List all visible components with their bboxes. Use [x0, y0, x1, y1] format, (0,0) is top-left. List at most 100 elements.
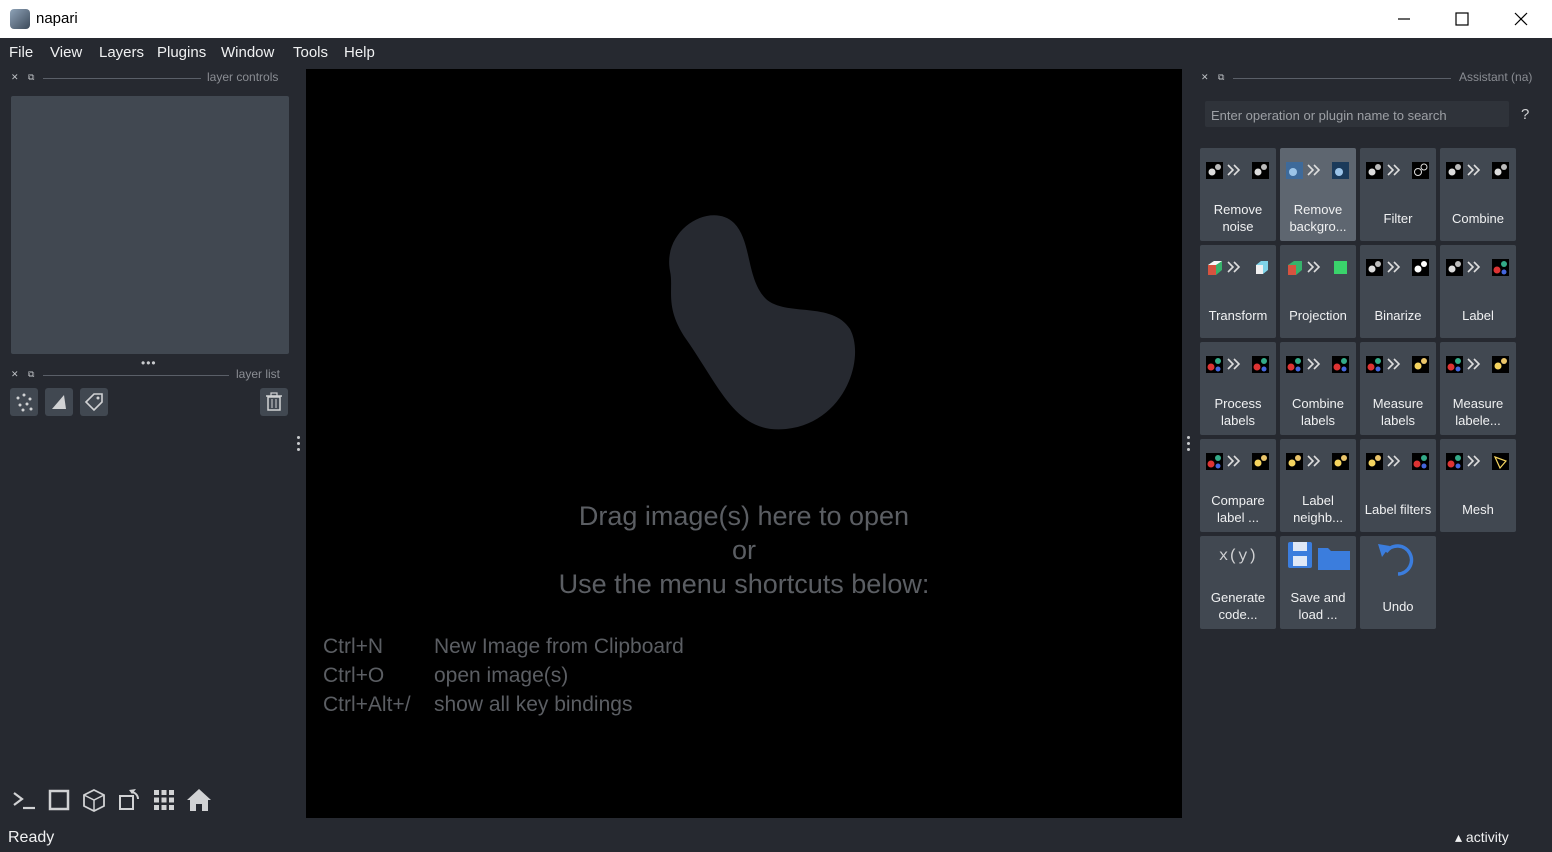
close-window-button[interactable]	[1492, 0, 1550, 38]
dock-close-icon[interactable]: ✕	[11, 72, 19, 83]
tile-mesh[interactable]: Mesh	[1440, 439, 1516, 532]
tile-label-line1: Compare	[1211, 493, 1265, 508]
tile-remove-noise[interactable]: Remove noise	[1200, 148, 1276, 241]
operation-search-input[interactable]	[1205, 101, 1513, 129]
rotate-square-icon	[119, 789, 139, 810]
tile-label-line1: Measure	[1452, 396, 1504, 411]
menu-view[interactable]: View	[50, 44, 82, 61]
dock-float-icon[interactable]: ⧉	[28, 72, 34, 83]
new-labels-layer-button[interactable]	[80, 388, 108, 416]
menu-plugins[interactable]: Plugins	[157, 44, 206, 61]
maximize-button[interactable]	[1433, 0, 1491, 38]
tile-measure-labeled[interactable]: Measure labele...	[1440, 342, 1516, 435]
trash-icon	[266, 392, 282, 411]
operation-icon	[1206, 162, 1269, 179]
menu-window[interactable]: Window	[221, 44, 274, 61]
tile-label-line2: labele...	[1455, 413, 1501, 428]
drop-hint-line-3: Use the menu shortcuts below:	[558, 569, 930, 599]
tile-label-line2: labels	[1221, 413, 1255, 428]
tile-label-neighbors[interactable]: Label neighb...	[1280, 439, 1356, 532]
tile-combine-labels[interactable]: Combine labels	[1280, 342, 1356, 435]
tile-label-line1: Combine	[1291, 396, 1345, 411]
console-button[interactable]	[10, 786, 38, 814]
tile-label[interactable]: Label	[1440, 245, 1516, 338]
tile-save-and-load[interactable]: Save and load ...	[1280, 536, 1356, 629]
tile-label-line1: Measure	[1372, 396, 1424, 411]
new-shapes-layer-button[interactable]	[45, 388, 73, 416]
tile-label-line1: Label	[1302, 493, 1334, 508]
operation-icon	[1288, 261, 1347, 275]
operation-icon	[1286, 356, 1349, 373]
tile-label-line1: Binarize	[1374, 308, 1422, 323]
operation-icon	[1366, 259, 1429, 276]
activity-label: activity	[1465, 829, 1509, 845]
tile-label-line1: Transform	[1208, 308, 1268, 323]
menu-layers[interactable]: Layers	[99, 44, 144, 61]
dock-float-icon[interactable]: ⧉	[1218, 72, 1224, 83]
square-icon	[48, 789, 70, 811]
cube-icon	[83, 788, 105, 813]
tile-label-line1: Generate	[1210, 590, 1266, 605]
shortcut-key: Ctrl+N	[323, 635, 384, 658]
tile-label-line2: neighb...	[1293, 510, 1343, 525]
tile-combine[interactable]: Combine	[1440, 148, 1516, 241]
roll-dims-button[interactable]	[115, 786, 143, 814]
operation-search-field[interactable]	[1205, 101, 1513, 129]
tile-label-line1: Filter	[1383, 211, 1413, 226]
chevron-up-icon: ▴	[1455, 829, 1463, 845]
operation-icon	[1366, 162, 1429, 179]
tile-label-line2: load ...	[1298, 607, 1338, 622]
operation-icon	[1446, 356, 1509, 373]
status-bar: Ready ▴ activity	[0, 823, 1552, 852]
code-icon: x(y)	[1219, 547, 1257, 565]
layer-controls-panel	[11, 96, 289, 354]
operation-icon	[1446, 259, 1509, 276]
tile-compare-labels[interactable]: Compare label ...	[1200, 439, 1276, 532]
window-title: napari	[36, 10, 78, 27]
menu-file[interactable]: File	[9, 44, 33, 61]
shortcut-desc: New Image from Clipboard	[434, 635, 684, 658]
drop-hint-line-1: Drag image(s) here to open	[578, 501, 910, 531]
shortcut-key: Ctrl+O	[323, 664, 385, 687]
tile-filter[interactable]: Filter	[1360, 148, 1436, 241]
menu-help[interactable]: Help	[344, 44, 375, 61]
tile-label-line1: Projection	[1289, 308, 1347, 323]
tile-undo[interactable]: Undo	[1360, 536, 1436, 629]
tile-label-filters[interactable]: Label filters	[1360, 439, 1436, 532]
drop-hint-line-2: or	[731, 535, 756, 565]
tile-label-line1: Remove	[1293, 202, 1343, 217]
home-button[interactable]	[185, 786, 213, 814]
tag-icon	[84, 393, 103, 412]
tile-generate-code[interactable]: x(y) Generate code...	[1200, 536, 1276, 629]
viewer-canvas[interactable]: Drag image(s) here to open or Use the me…	[306, 69, 1182, 818]
dock-float-icon[interactable]: ⧉	[28, 369, 34, 380]
tile-label-line2: label ...	[1217, 510, 1259, 525]
tile-label-line1: Combine	[1451, 211, 1505, 226]
ndisplay-2d-button[interactable]	[45, 786, 73, 814]
right-dock-resize-handle[interactable]	[1187, 436, 1191, 454]
tile-remove-background[interactable]: Remove backgro...	[1280, 148, 1356, 241]
ndisplay-3d-button[interactable]	[80, 786, 108, 814]
activity-toggle[interactable]: ▴ activity	[1455, 829, 1509, 846]
help-button[interactable]: ?	[1521, 106, 1529, 123]
tile-label-line2: labels	[1301, 413, 1335, 428]
delete-layer-button[interactable]	[260, 388, 288, 416]
tile-process-labels[interactable]: Process labels	[1200, 342, 1276, 435]
grid-view-button[interactable]	[150, 786, 178, 814]
menu-tools[interactable]: Tools	[293, 44, 328, 61]
tile-label-line2: backgro...	[1289, 219, 1347, 234]
minimize-icon	[1398, 18, 1410, 20]
grid-icon	[154, 790, 174, 810]
left-dock-resize-handle[interactable]	[297, 436, 301, 454]
dock-close-icon[interactable]: ✕	[1201, 72, 1209, 83]
points-icon	[16, 393, 33, 412]
tile-measure-labels[interactable]: Measure labels	[1360, 342, 1436, 435]
assistant-header: ✕ ⧉ Assistant (na)	[1201, 70, 1541, 88]
minimize-button[interactable]	[1375, 0, 1433, 38]
tile-projection[interactable]: Projection	[1280, 245, 1356, 338]
operation-icon	[1208, 261, 1268, 275]
new-points-layer-button[interactable]	[10, 388, 38, 416]
tile-binarize[interactable]: Binarize	[1360, 245, 1436, 338]
dock-close-icon[interactable]: ✕	[11, 369, 19, 380]
tile-transform[interactable]: Transform	[1200, 245, 1276, 338]
